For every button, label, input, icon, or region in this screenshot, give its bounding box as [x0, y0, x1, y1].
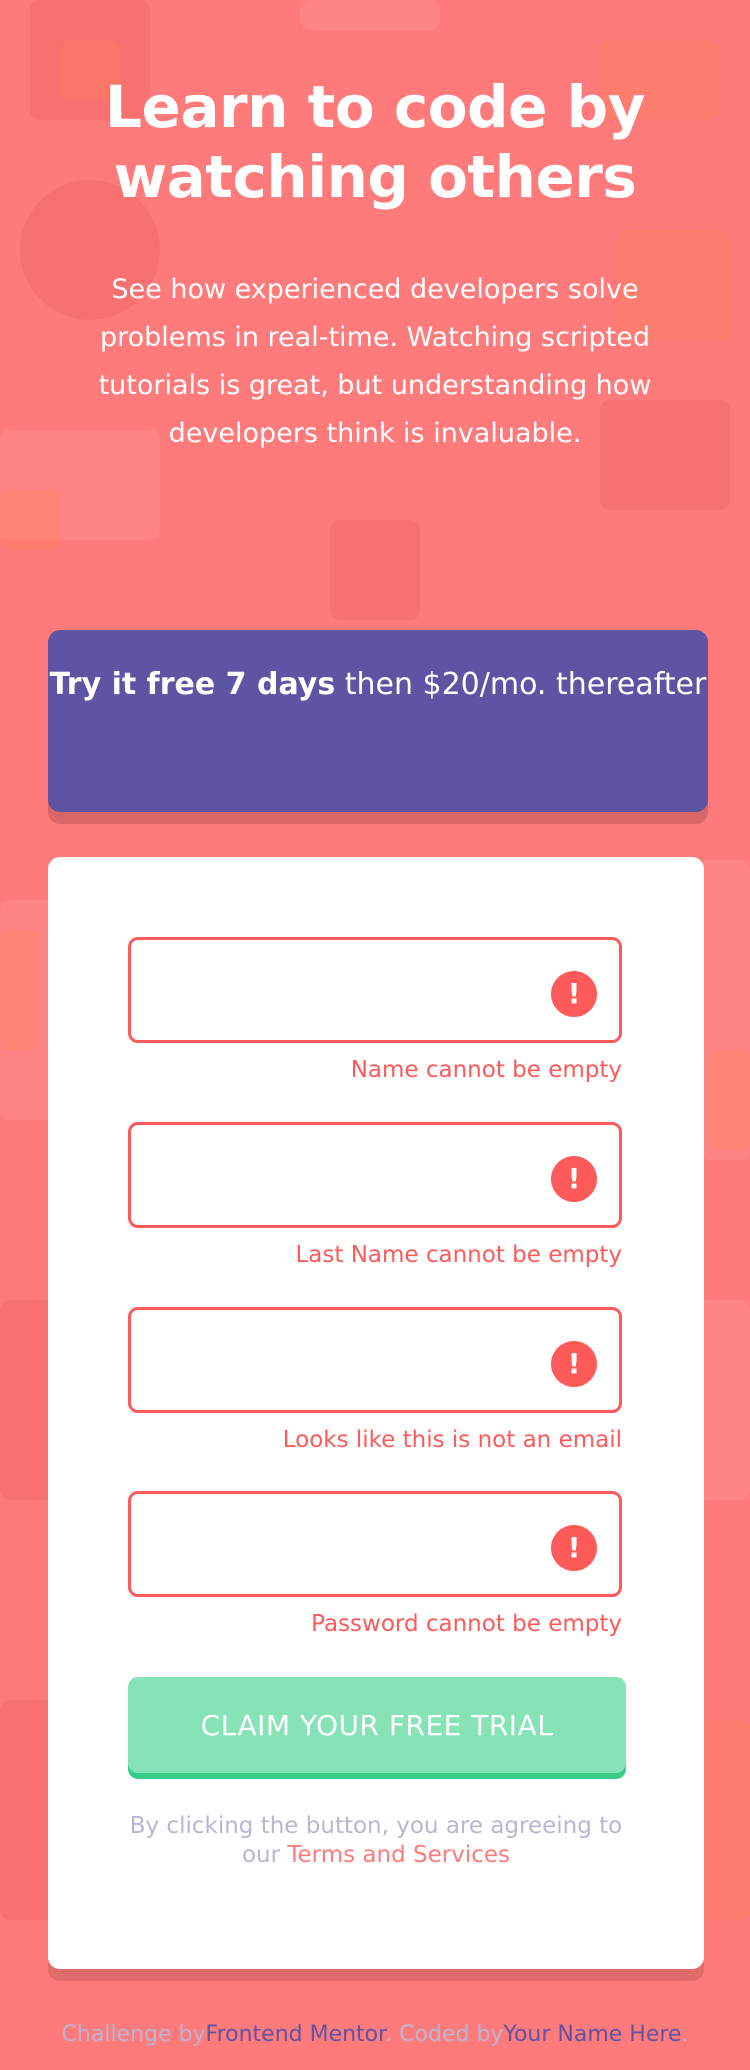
- error-icon: !: [551, 1156, 597, 1202]
- email-field-group: ! Looks like this is not an email: [128, 1307, 622, 1453]
- email-field-box: !: [128, 1307, 622, 1413]
- claim-trial-button[interactable]: CLAIM YOUR FREE TRIAL: [128, 1677, 626, 1773]
- first-name-field-box: !: [128, 937, 622, 1043]
- attribution: Challenge byFrontend Mentor. Coded byYou…: [0, 2022, 750, 2047]
- first-name-field-group: ! Name cannot be empty: [128, 937, 622, 1083]
- last-name-input[interactable]: [151, 1143, 535, 1209]
- terms-link[interactable]: Terms and Services: [287, 1842, 510, 1868]
- last-name-field-group: ! Last Name cannot be empty: [128, 1122, 622, 1268]
- last-name-field-box: !: [128, 1122, 622, 1228]
- offer-banner: Try it free 7 days then $20/mo. thereaft…: [48, 630, 708, 812]
- error-icon: !: [551, 971, 597, 1017]
- signup-form: ! Name cannot be empty ! Last Name canno…: [48, 857, 704, 1969]
- first-name-input[interactable]: [151, 958, 535, 1024]
- first-name-error: Name cannot be empty: [350, 1057, 622, 1083]
- terms-notice: By clicking the button, you are agreeing…: [108, 1812, 644, 1870]
- error-icon: !: [551, 1525, 597, 1571]
- email-error: Looks like this is not an email: [282, 1427, 622, 1453]
- email-input[interactable]: [151, 1328, 535, 1394]
- offer-regular-text: then $20/mo. thereafter: [335, 667, 707, 702]
- attribution-prefix: Challenge by: [61, 2022, 206, 2047]
- last-name-error: Last Name cannot be empty: [295, 1242, 622, 1268]
- hero-description: See how experienced developers solve pro…: [98, 274, 652, 449]
- author-link[interactable]: Your Name Here: [503, 2022, 681, 2047]
- frontend-mentor-link[interactable]: Frontend Mentor: [206, 2022, 386, 2047]
- attribution-middle: . Coded by: [385, 2022, 504, 2047]
- password-input[interactable]: [151, 1512, 535, 1578]
- password-field-group: ! Password cannot be empty: [128, 1491, 622, 1637]
- password-field-box: !: [128, 1491, 622, 1597]
- error-icon: !: [551, 1341, 597, 1387]
- page-title: Learn to code by watching others: [105, 73, 645, 211]
- offer-bold-text: Try it free 7 days: [49, 667, 336, 702]
- password-error: Password cannot be empty: [311, 1611, 622, 1637]
- attribution-suffix: .: [681, 2022, 689, 2047]
